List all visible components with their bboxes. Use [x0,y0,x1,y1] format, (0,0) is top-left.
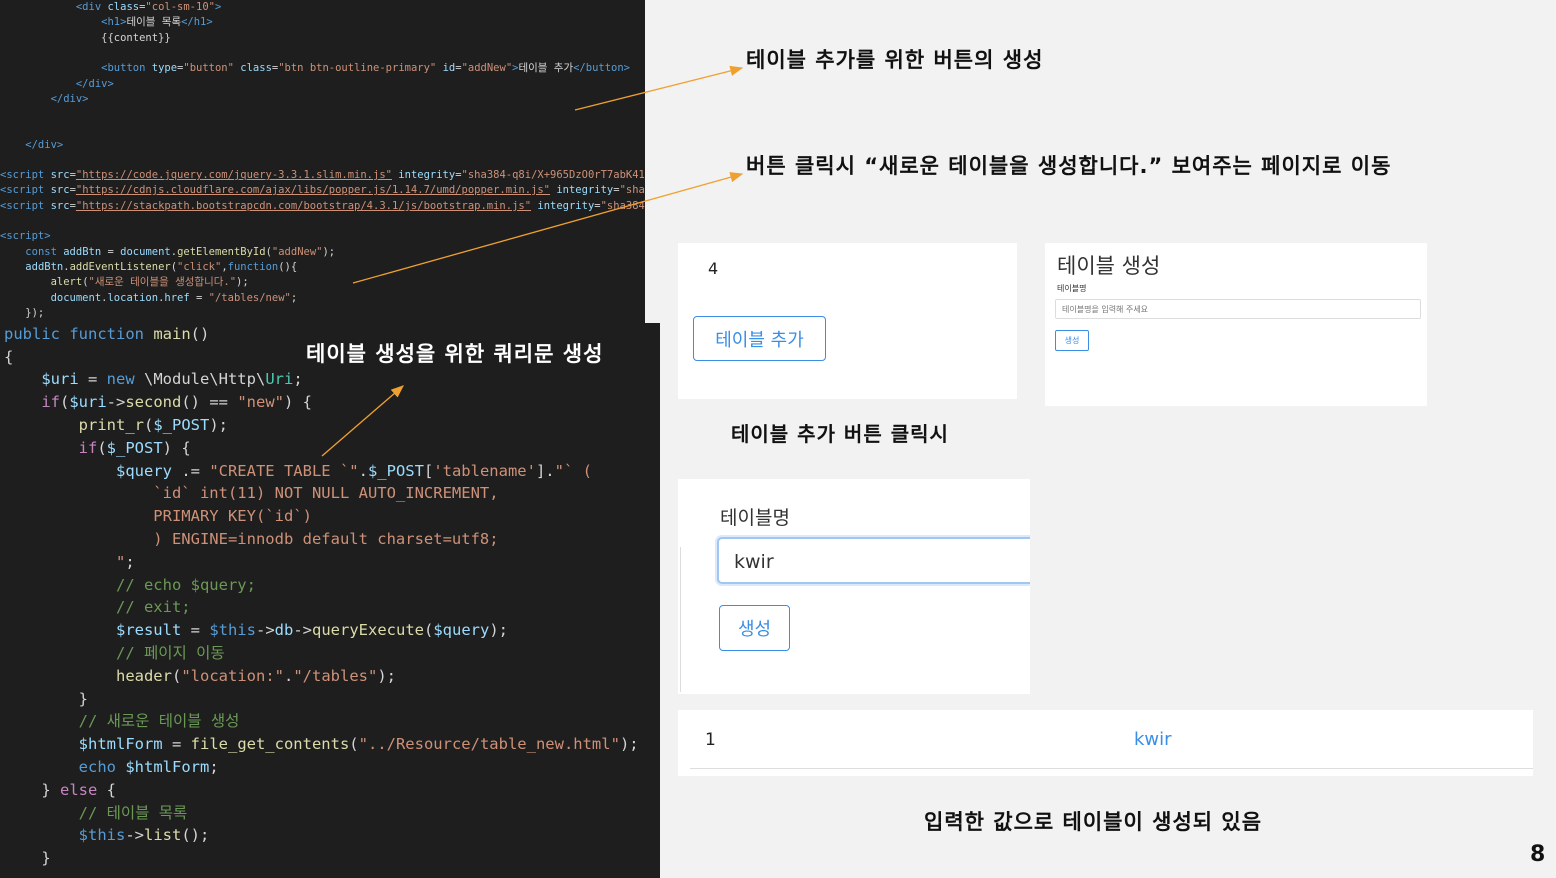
create-button-small[interactable]: 생성 [1055,330,1089,351]
table-name-input-value: kwir [734,551,774,573]
arrow-to-query [321,385,404,457]
form-label-large: 테이블명 [720,507,790,529]
create-button-large[interactable]: 생성 [719,605,790,651]
table-name-input-large[interactable]: kwir [717,537,1030,584]
table-list-panel: 4 테이블 추가 [678,243,1017,399]
table-create-form-small: 테이블 생성 테이블명 생성 [1045,243,1427,406]
form-title: 테이블 생성 [1057,254,1161,278]
row-divider [690,768,1533,769]
result-id: 1 [705,730,716,750]
form-label: 테이블명 [1057,284,1087,293]
table-count: 4 [708,259,719,278]
page-number: 8 [1530,842,1546,867]
result-table-name-link[interactable]: kwir [1134,729,1172,750]
table-name-input-small[interactable] [1055,299,1421,319]
add-table-button[interactable]: 테이블 추가 [693,316,826,361]
table-create-form-large: 테이블명 kwir 생성 [678,479,1030,694]
form-divider [680,547,681,692]
result-table-row: 1 kwir [678,710,1533,776]
arrow-to-button-create [574,65,744,111]
